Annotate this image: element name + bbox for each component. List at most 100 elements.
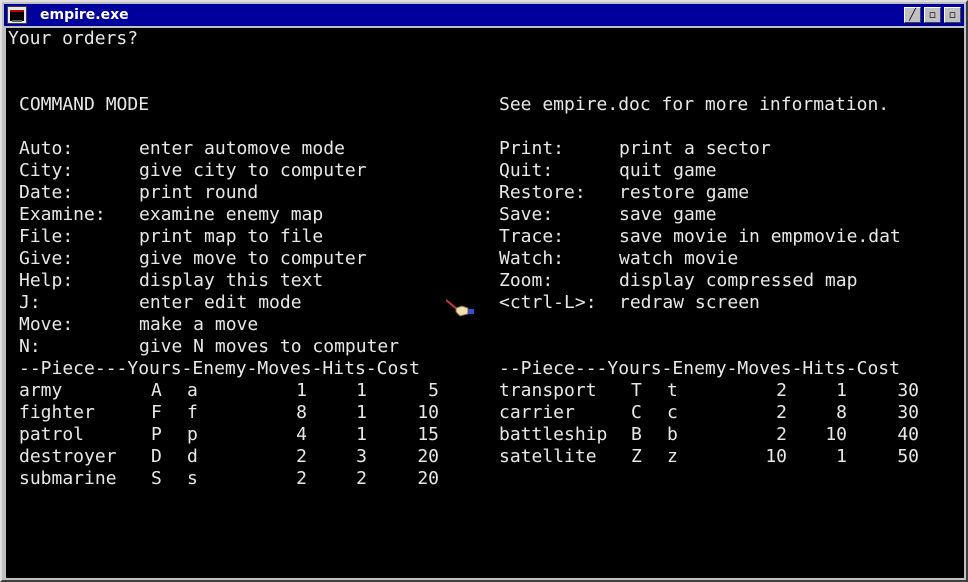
- piece-moves: 1: [296, 380, 307, 401]
- command-desc: watch movie: [619, 248, 739, 269]
- piece-row: fighter Ff 8 1 10: [19, 402, 439, 424]
- command-row: Save: save game: [499, 204, 949, 226]
- command-desc: enter automove mode: [139, 138, 345, 159]
- piece-row: army Aa 1 1 5: [19, 380, 439, 402]
- piece-cost: 10: [417, 402, 439, 423]
- command-desc: save movie in empmovie.dat: [619, 226, 901, 247]
- command-key: <ctrl-L>:: [499, 292, 597, 313]
- command-desc: make a move: [139, 314, 259, 335]
- command-key: Examine:: [19, 204, 106, 225]
- command-key: Date:: [19, 182, 74, 203]
- command-row: Auto: enter automove mode: [19, 138, 469, 160]
- piece-table-header-left: --Piece---Yours-Enemy-Moves-Hits-Cost: [19, 358, 420, 379]
- piece-enemy: f: [187, 402, 198, 423]
- command-key: Auto:: [19, 138, 74, 159]
- maximize-button[interactable]: ▫: [924, 7, 941, 23]
- command-row: Give: give move to computer: [19, 248, 469, 270]
- command-key: N:: [19, 336, 41, 357]
- command-desc: display this text: [139, 270, 324, 291]
- command-key: Zoom:: [499, 270, 554, 291]
- mode-heading: COMMAND MODE: [19, 94, 150, 115]
- title-bar[interactable]: empire.exe ╱ ▫ ▫: [4, 4, 964, 26]
- command-row: Restore: restore game: [499, 182, 949, 204]
- piece-enemy: d: [187, 446, 198, 467]
- piece-yours: A: [151, 380, 162, 401]
- piece-row: transport Tt 2 1 30: [499, 380, 919, 402]
- command-row: Date: print round: [19, 182, 469, 204]
- piece-hits: 1: [356, 402, 367, 423]
- command-desc: examine enemy map: [139, 204, 324, 225]
- piece-enemy: s: [187, 468, 198, 489]
- piece-cost: 15: [417, 424, 439, 445]
- piece-enemy: p: [187, 424, 198, 445]
- piece-cost: 20: [417, 446, 439, 467]
- piece-yours: T: [631, 380, 642, 401]
- piece-moves: 4: [296, 424, 307, 445]
- command-key: J:: [19, 292, 41, 313]
- doc-hint: See empire.doc for more information.: [499, 94, 890, 115]
- piece-hits: 3: [356, 446, 367, 467]
- piece-row: destroyer Dd 2 3 20: [19, 446, 439, 468]
- command-key: Print:: [499, 138, 565, 159]
- piece-enemy: a: [187, 380, 198, 401]
- command-desc: give move to computer: [139, 248, 367, 269]
- piece-yours: C: [631, 402, 642, 423]
- piece-yours: B: [631, 424, 642, 445]
- command-key: Restore:: [499, 182, 586, 203]
- piece-row: submarine Ss 2 2 20: [19, 468, 439, 490]
- piece-name: carrier: [499, 402, 575, 423]
- command-key: Help:: [19, 270, 74, 291]
- piece-moves: 2: [296, 446, 307, 467]
- terminal-app-icon[interactable]: [7, 6, 27, 24]
- piece-enemy: c: [667, 402, 678, 423]
- piece-enemy: b: [667, 424, 678, 445]
- piece-hits: 8: [836, 402, 847, 423]
- window-title: empire.exe: [40, 7, 129, 23]
- piece-enemy: t: [667, 380, 678, 401]
- piece-yours: P: [151, 424, 162, 445]
- piece-enemy: z: [667, 446, 678, 467]
- command-key: Give:: [19, 248, 74, 269]
- piece-name: destroyer: [19, 446, 117, 467]
- piece-hits: 10: [825, 424, 847, 445]
- console-output[interactable]: Your orders? COMMAND MODE See empire.doc…: [6, 28, 964, 578]
- command-key: Trace:: [499, 226, 565, 247]
- piece-cost: 50: [897, 446, 919, 467]
- close-icon: ▫: [948, 8, 957, 21]
- close-button[interactable]: ▫: [944, 7, 961, 23]
- command-row: Examine: examine enemy map: [19, 204, 469, 226]
- command-desc: redraw screen: [619, 292, 760, 313]
- piece-hits: 1: [356, 424, 367, 445]
- command-row: Watch: watch movie: [499, 248, 949, 270]
- piece-name: fighter: [19, 402, 95, 423]
- command-row: Zoom: display compressed map: [499, 270, 949, 292]
- piece-moves: 2: [296, 468, 307, 489]
- piece-hits: 1: [836, 446, 847, 467]
- command-key: City:: [19, 160, 74, 181]
- command-row: Print: print a sector: [499, 138, 949, 160]
- command-row: City: give city to computer: [19, 160, 469, 182]
- command-desc: save game: [619, 204, 717, 225]
- maximize-icon: ▫: [928, 8, 937, 21]
- prompt-line: Your orders?: [8, 28, 139, 49]
- piece-row: carrier Cc 2 8 30: [499, 402, 919, 424]
- piece-moves: 2: [776, 424, 787, 445]
- piece-row: satellite Zz 10 1 50: [499, 446, 919, 468]
- command-key: Move:: [19, 314, 74, 335]
- piece-hits: 2: [356, 468, 367, 489]
- piece-name: satellite: [499, 446, 597, 467]
- minimize-button[interactable]: ╱: [904, 7, 921, 23]
- piece-moves: 2: [776, 402, 787, 423]
- piece-hits: 1: [356, 380, 367, 401]
- piece-name: patrol: [19, 424, 85, 445]
- command-desc: print map to file: [139, 226, 324, 247]
- command-desc: print round: [139, 182, 259, 203]
- piece-hits: 1: [836, 380, 847, 401]
- piece-row: patrol Pp 4 1 15: [19, 424, 439, 446]
- piece-name: army: [19, 380, 63, 401]
- command-row: J: enter edit mode: [19, 292, 469, 314]
- command-key: Quit:: [499, 160, 554, 181]
- piece-name: transport: [499, 380, 597, 401]
- command-row: File: print map to file: [19, 226, 469, 248]
- app-window: empire.exe ╱ ▫ ▫ Your orders? COMMAND MO…: [0, 0, 968, 582]
